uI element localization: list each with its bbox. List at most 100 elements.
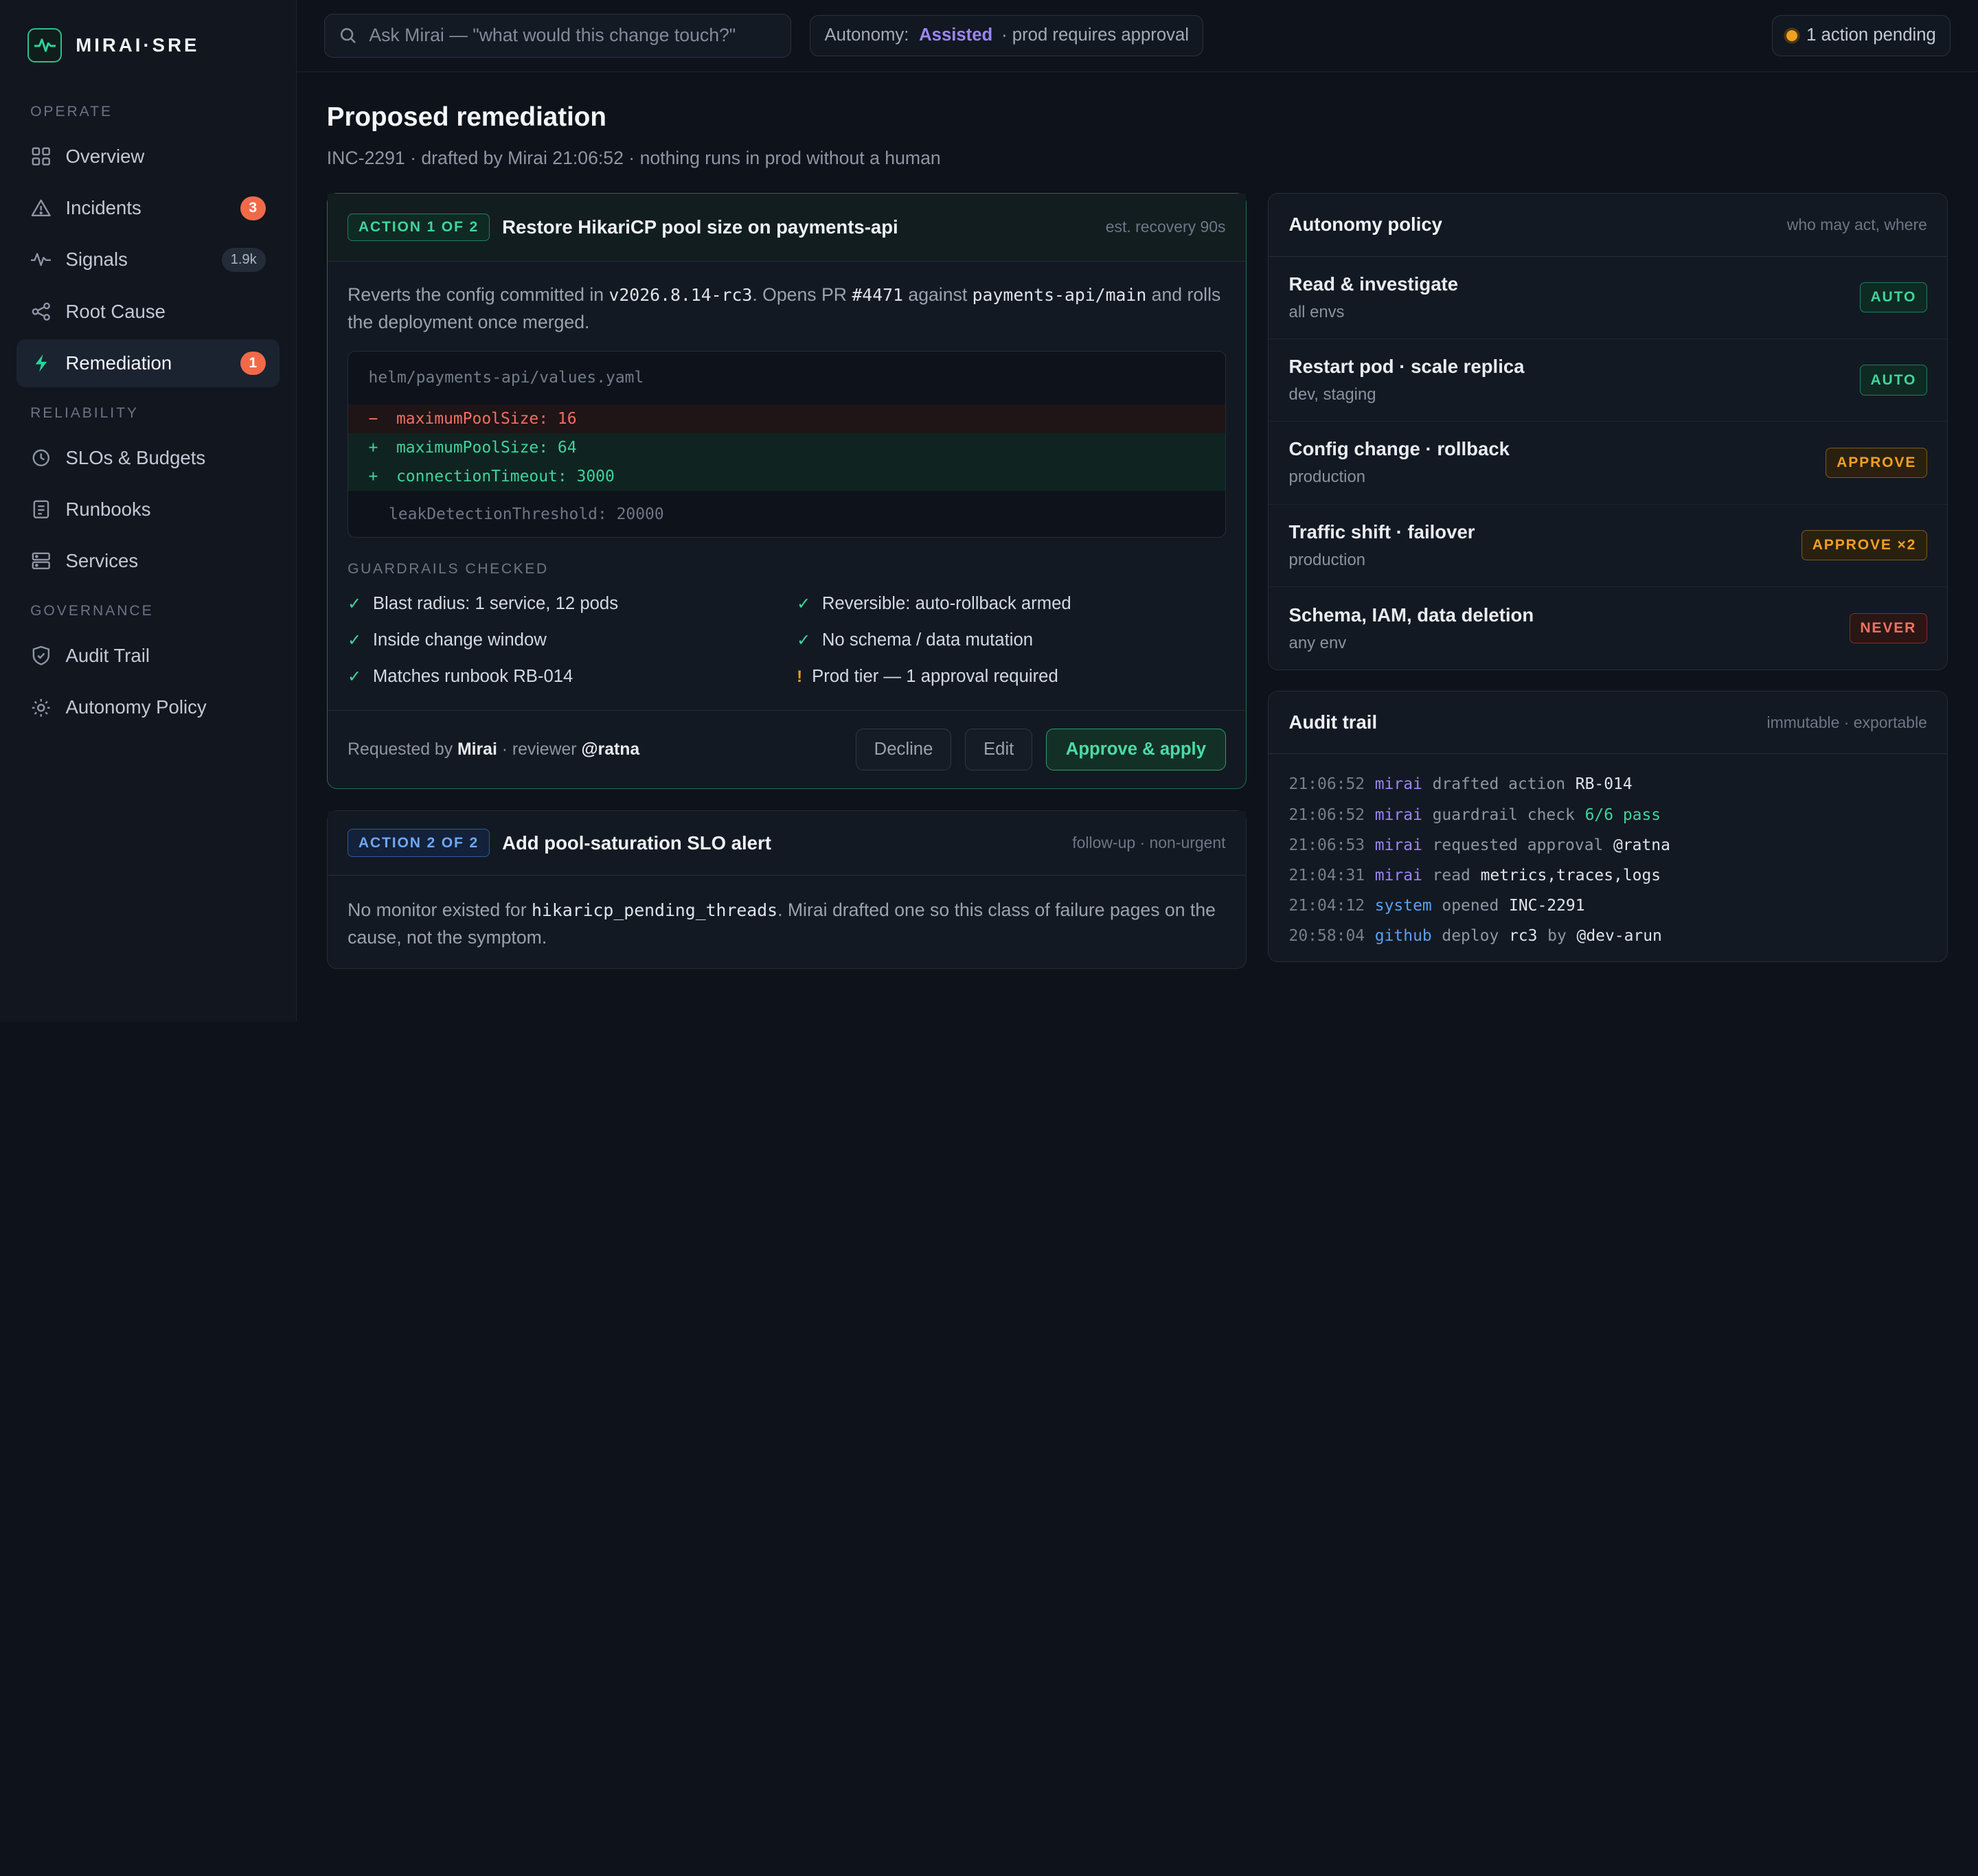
action-2-tag: ACTION 2 OF 2 [348, 829, 490, 858]
metric-name: hikaricp_pending_threads [532, 900, 778, 921]
sidebar-item-label: Autonomy Policy [65, 696, 207, 718]
remediation-count-badge: 1 [240, 351, 266, 376]
share-nodes-icon [30, 301, 52, 322]
sidebar-item-label: Signals [65, 249, 128, 271]
check-icon: ✓ [348, 630, 362, 650]
policy-row[interactable]: Restart pod · scale replica dev, staging … [1269, 339, 1948, 422]
sun-gear-icon [30, 697, 52, 718]
sidebar-item-label: Root Cause [65, 300, 166, 322]
audit-row: 21:06:53 mirai requested approval @ratna [1288, 836, 1670, 854]
action-1-tag: ACTION 1 OF 2 [348, 213, 490, 242]
autonomy-label: Autonomy: [824, 25, 909, 45]
warning-icon: ! [797, 667, 803, 686]
pending-text: 1 action pending [1806, 25, 1936, 45]
sidebar-item-label: Runbooks [65, 498, 151, 520]
autonomy-value: Assisted [919, 25, 993, 45]
action-card-1: ACTION 1 OF 2 Restore HikariCP pool size… [326, 192, 1247, 790]
diff-line-added: + maximumPoolSize: 64 [348, 433, 1225, 463]
sidebar-item-root-cause[interactable]: Root Cause [16, 288, 280, 336]
audit-log: 21:06:52 mirai drafted action RB-014 21:06:… [1269, 754, 1947, 961]
autonomy-pill[interactable]: Autonomy: Assisted · prod requires appro… [810, 14, 1204, 57]
sidebar: MIRAI·SRE OPERATE Overview Incidents 3 S… [0, 0, 297, 1022]
sidebar-item-signals[interactable]: Signals 1.9k [16, 236, 280, 284]
sidebar-item-label: Overview [65, 145, 145, 167]
search-box[interactable] [324, 13, 791, 58]
sidebar-item-label: SLOs & Budgets [65, 446, 206, 468]
guardrail-item: ✓ Blast radius: 1 service, 12 pods [348, 593, 619, 613]
policy-row[interactable]: Read & investigate all envs AUTO [1269, 257, 1948, 339]
decline-button[interactable]: Decline [855, 729, 952, 771]
lightning-icon [30, 352, 52, 374]
sidebar-item-audit-trail[interactable]: Audit Trail [16, 632, 280, 680]
brand[interactable]: MIRAI·SRE [16, 25, 280, 66]
shield-check-icon [30, 645, 52, 666]
requested-by: Requested by Mirai · reviewer @ratna [348, 740, 640, 759]
activity-icon [30, 249, 52, 271]
action-2-title: Add pool-saturation SLO alert [502, 832, 771, 854]
audit-row: 21:04:12 system opened INC-2291 [1288, 896, 1585, 915]
action-card-2: ACTION 2 OF 2 Add pool-saturation SLO al… [326, 810, 1247, 970]
guardrails-title: GUARDRAILS CHECKED [348, 561, 549, 577]
sidebar-item-label: Remediation [65, 352, 172, 374]
guardrail-item: ! Prod tier — 1 approval required [797, 667, 1058, 687]
policy-badge: AUTO [1859, 365, 1927, 396]
grid-icon [30, 146, 52, 167]
audit-row: 21:04:31 mirai read metrics,traces,logs [1288, 866, 1661, 884]
nav-section-operate: OPERATE [30, 103, 113, 119]
sidebar-item-remediation[interactable]: Remediation 1 [16, 339, 280, 387]
page-title: Proposed remediation [326, 102, 606, 132]
guardrail-item: ✓ Matches runbook RB-014 [348, 667, 573, 687]
action-1-footer: Requested by Mirai · reviewer @ratna Dec… [327, 710, 1246, 788]
signals-count-badge: 1.9k [221, 247, 266, 272]
reviewer-handle: @ratna [581, 740, 640, 759]
check-icon: ✓ [348, 667, 362, 687]
action-1-meta: est. recovery 90s [1105, 218, 1226, 236]
pr-link[interactable]: #4471 [852, 285, 903, 305]
sidebar-item-autonomy-policy[interactable]: Autonomy Policy [16, 683, 280, 731]
action-1-header: ACTION 1 OF 2 Restore HikariCP pool size… [327, 193, 1246, 262]
check-icon: ✓ [797, 594, 811, 613]
approve-apply-button[interactable]: Approve & apply [1046, 729, 1226, 771]
sidebar-item-runbooks[interactable]: Runbooks [16, 485, 280, 534]
main: Autonomy: Assisted · prod requires appro… [296, 0, 1978, 1022]
search-input[interactable] [369, 25, 748, 47]
topbar: Autonomy: Assisted · prod requires appro… [296, 0, 1978, 72]
check-icon: ✓ [797, 630, 811, 650]
action-1-title: Restore HikariCP pool size on payments-a… [502, 216, 898, 238]
policy-row[interactable]: Traffic shift · failover production APPRO… [1269, 505, 1948, 587]
document-icon [30, 499, 52, 520]
policy-badge: AUTO [1859, 282, 1927, 313]
pending-actions-pill[interactable]: 1 action pending [1771, 14, 1951, 57]
action-2-header: ACTION 2 OF 2 Add pool-saturation SLO al… [327, 811, 1246, 876]
sidebar-item-incidents[interactable]: Incidents 3 [16, 184, 280, 232]
guardrail-item: ✓ Inside change window [348, 630, 547, 650]
pending-dot-icon [1786, 30, 1798, 42]
audit-row: 20:58:04 github deploy rc3 by @dev-arun [1288, 926, 1662, 945]
sidebar-item-services[interactable]: Services [16, 537, 280, 585]
diff-file-path: helm/payments-api/values.yaml [368, 369, 644, 387]
action-2-description: No monitor existed for hikaricp_pending_… [348, 900, 1216, 948]
sidebar-item-slos[interactable]: SLOs & Budgets [16, 434, 280, 482]
edit-button[interactable]: Edit [965, 729, 1033, 771]
search-icon [340, 27, 356, 44]
policy-badge: APPROVE [1826, 447, 1927, 479]
brand-name: MIRAI·SRE [76, 34, 200, 56]
sidebar-item-overview[interactable]: Overview [16, 133, 280, 181]
branch-ref: payments-api/main [972, 285, 1147, 306]
pulse-icon [27, 28, 62, 62]
sidebar-item-label: Incidents [65, 197, 141, 219]
diff-line-added: + connectionTimeout: 3000 [348, 462, 1225, 492]
policy-title: Autonomy policy [1288, 214, 1442, 236]
audit-meta: immutable · exportable [1766, 713, 1927, 731]
policy-row[interactable]: Config change · rollback production APPRO… [1269, 422, 1948, 505]
sidebar-item-label: Services [65, 550, 139, 572]
diff-line-context: leakDetectionThreshold: 20000 [388, 505, 664, 523]
guardrail-item: ✓ Reversible: auto-rollback armed [797, 593, 1071, 613]
diff-line-removed: − maximumPoolSize: 16 [348, 404, 1225, 433]
action-1-description: Reverts the config committed in v2026.8.… [348, 284, 1221, 332]
policy-row[interactable]: Schema, IAM, data deletion any env NEVER [1269, 587, 1947, 670]
check-icon: ✓ [348, 594, 362, 613]
action-2-meta: follow-up · non-urgent [1072, 834, 1226, 852]
policy-badge: NEVER [1849, 613, 1927, 644]
config-diff: helm/payments-api/values.yaml − maximumPo… [348, 350, 1226, 538]
